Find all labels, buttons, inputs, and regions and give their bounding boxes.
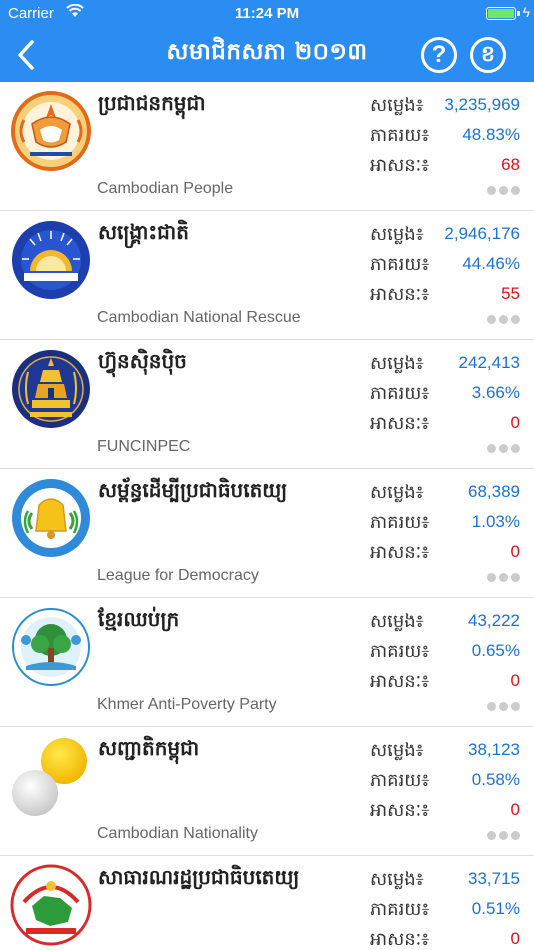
more-options-icon[interactable] [487,186,520,195]
percent-value: 3.66% [471,383,520,402]
more-options-icon[interactable] [487,573,520,582]
votes-value: 38,123 [468,740,520,759]
party-row[interactable]: សាធារណរដ្ឋប្រជាធិបតេយ្យ សម្លេង៖ ភាគរយ៖ អ… [0,856,534,950]
seats-value: 0 [510,671,520,690]
party-name-en: FUNCINPEC [97,438,191,455]
votes-value: 68,389 [468,482,520,501]
rdp-logo [10,864,92,946]
battery-icon [486,7,516,20]
seats-value: 0 [510,413,520,432]
party-name-kh: ប្រជាជនកម្ពុជា [98,91,206,115]
seats-value: 0 [510,542,520,561]
votes-value: 242,413 [458,353,520,372]
more-options-icon[interactable] [487,444,520,453]
votes-value: 43,222 [468,611,520,630]
percent-label: ភាគរយ៖ [370,899,430,920]
votes-label: សម្លេង៖ [370,95,424,116]
kapp-logo [10,606,92,688]
percent-label: ភាគរយ៖ [370,770,430,791]
cpp-logo [10,90,92,172]
percent-value: 0.58% [471,770,520,789]
party-name-kh: សាធារណរដ្ឋប្រជាធិបតេយ្យ [98,865,300,889]
party-name-en: Khmer Anti-Poverty Party [97,696,277,713]
percent-label: ភាគរយ៖ [370,125,430,146]
party-name-kh: សម្ព័ន្ធដើម្បីប្រជាធិបតេយ្យ [98,478,288,502]
seats-label: អាសនៈ៖ [370,929,430,950]
votes-value: 3,235,969 [444,95,520,114]
party-row[interactable]: ប្រជាជនកម្ពុជា Cambodian People សម្លេង៖ … [0,82,534,211]
votes-value: 2,946,176 [444,224,520,243]
votes-label: សម្លេង៖ [370,482,424,503]
party-row[interactable]: ហ៊្វុនស៊ិនប៉ិច FUNCINPEC សម្លេង៖ ភាគរយ៖ … [0,340,534,469]
seats-label: អាសនៈ៖ [370,671,430,692]
percent-value: 0.65% [471,641,520,660]
info-button[interactable]: ខ [470,37,506,73]
votes-label: សម្លេង៖ [370,353,424,374]
help-button[interactable]: ? [421,37,457,73]
seats-value: 0 [510,800,520,819]
party-list: ប្រជាជនកម្ពុជា Cambodian People សម្លេង៖ … [0,82,534,950]
party-name-kh: ហ៊្វុនស៊ិនប៉ិច [98,349,187,373]
votes-label: សម្លេង៖ [370,740,424,761]
party-name-en: League for Democracy [97,567,259,584]
percent-label: ភាគរយ៖ [370,512,430,533]
party-row[interactable]: ខ្មែរឈប់ក្រ Khmer Anti-Poverty Party សម្… [0,598,534,727]
votes-label: សម្លេង៖ [370,611,424,632]
seats-label: អាសនៈ៖ [370,800,430,821]
party-row[interactable]: សម្ព័ន្ធដើម្បីប្រជាធិបតេយ្យ League for D… [0,469,534,598]
seats-value: 55 [501,284,520,303]
status-bar: Carrier 11:24 PM ϟ [0,0,534,28]
navigation-bar: សមាជិកសភា ២០១៣ ? ខ [0,28,534,82]
party-name-en: Cambodian People [97,180,234,197]
party-name-kh: ខ្មែរឈប់ក្រ [98,607,180,631]
votes-label: សម្លេង៖ [370,224,424,245]
seats-label: អាសនៈ៖ [370,413,430,434]
percent-value: 44.46% [462,254,520,273]
more-options-icon[interactable] [487,831,520,840]
percent-value: 0.51% [471,899,520,918]
ldp-logo [10,477,92,559]
more-options-icon[interactable] [487,702,520,711]
seats-value: 0 [510,929,520,948]
percent-label: ភាគរយ៖ [370,383,430,404]
party-row[interactable]: សង្គ្រោះជាតិ Cambodian National Rescue ស… [0,211,534,340]
funcinpec-logo [10,348,92,430]
seats-value: 68 [501,155,520,174]
seats-label: អាសនៈ៖ [370,542,430,563]
percent-label: ភាគរយ៖ [370,254,430,275]
votes-value: 33,715 [468,869,520,888]
cnp-logo [10,735,92,817]
party-name-kh: សង្គ្រោះជាតិ [98,220,189,244]
party-name-en: Cambodian National Rescue [97,309,301,326]
percent-label: ភាគរយ៖ [370,641,430,662]
charging-icon: ϟ [522,4,530,20]
party-row[interactable]: សញ្ជាតិកម្ពុជា Cambodian Nationality សម្… [0,727,534,856]
battery-tip [517,11,520,16]
votes-label: សម្លេង៖ [370,869,424,890]
party-name-kh: សញ្ជាតិកម្ពុជា [98,736,200,760]
percent-value: 48.83% [462,125,520,144]
party-name-en: Cambodian Nationality [97,825,258,842]
cnrp-logo [10,219,92,301]
clock: 11:24 PM [234,5,300,22]
seats-label: អាសនៈ៖ [370,155,430,176]
seats-label: អាសនៈ៖ [370,284,430,305]
percent-value: 1.03% [471,512,520,531]
more-options-icon[interactable] [487,315,520,324]
